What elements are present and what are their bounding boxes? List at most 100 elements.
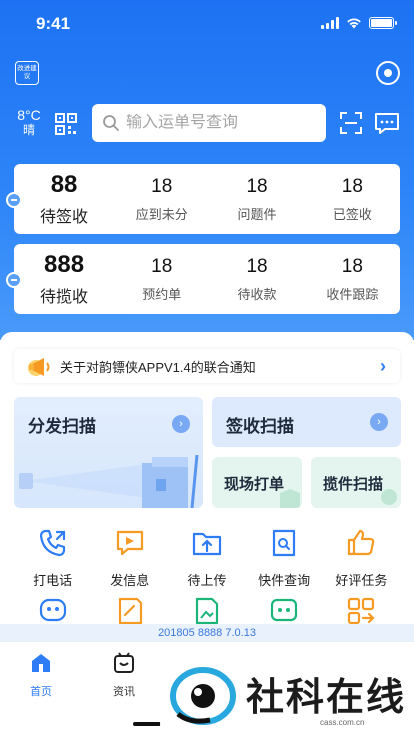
stat-value: 18 <box>341 176 363 197</box>
thumbs-up-icon <box>348 529 375 556</box>
stat-label: 预约单 <box>142 287 182 302</box>
search-input[interactable] <box>126 114 316 132</box>
robot-icon <box>39 598 66 622</box>
home-indicator <box>133 722 161 726</box>
watermark: 社科在线 cass.com.cn <box>160 652 410 736</box>
weather-condition: 晴 <box>22 123 35 137</box>
sign-scan-card[interactable]: 签收扫描 › <box>212 397 401 447</box>
phone-icon <box>39 529 65 557</box>
stat-label: 待签收 <box>40 209 89 226</box>
status-bar: 9:41 <box>0 0 414 48</box>
wifi-icon <box>347 18 361 29</box>
chat-button[interactable] <box>246 596 323 626</box>
edit-note-button[interactable] <box>91 596 168 626</box>
scan-icon[interactable] <box>340 112 362 134</box>
grid-label: 快件查询 <box>258 573 311 588</box>
version-bar: 201805 8888 7.0.13 <box>0 624 414 642</box>
feedback-badge-button[interactable]: 改进建议 <box>15 61 39 85</box>
stat-pickup-tracking[interactable]: 18 收件跟踪 <box>305 244 400 314</box>
tab-news[interactable]: 资讯 <box>94 652 154 699</box>
box-illustration-icon <box>280 489 300 508</box>
review-task-button[interactable]: 好评任务 <box>323 528 400 589</box>
watermark-url: cass.com.cn <box>320 718 365 727</box>
stat-value: 18 <box>246 176 268 197</box>
edit-note-icon <box>118 597 142 625</box>
onsite-print-card[interactable]: 现场打单 <box>212 457 302 508</box>
stat-label: 收件跟踪 <box>326 287 379 302</box>
stat-value: 18 <box>151 256 173 277</box>
weather-temp: 8°C <box>17 107 41 123</box>
stat-value: 88 <box>50 171 78 198</box>
stats-card-sign: 88 待签收 18 应到未分 18 问题件 18 已签收 <box>6 164 400 234</box>
dispatch-scan-title: 分发扫描 <box>28 417 96 436</box>
collapse-toggle-icon[interactable] <box>6 192 22 208</box>
cellular-signal-icon <box>321 17 339 29</box>
news-icon <box>114 652 134 673</box>
grid-label: 待上传 <box>187 573 227 588</box>
home-icon <box>32 654 50 672</box>
stat-signed[interactable]: 18 已签收 <box>305 164 400 234</box>
stat-label: 待收款 <box>237 287 277 302</box>
watermark-logo-icon <box>170 667 236 725</box>
weather-widget: 8°C 晴 <box>14 107 44 137</box>
scanner-illustration-icon <box>19 454 199 508</box>
courier-illustration-icon <box>381 489 397 505</box>
message-center-icon[interactable] <box>374 112 400 136</box>
search-icon <box>103 115 119 131</box>
target-icon[interactable] <box>376 61 400 85</box>
stat-pending-payment[interactable]: 18 待收款 <box>209 244 304 314</box>
stat-label: 待揽收 <box>40 289 89 306</box>
stat-arrived-unsorted[interactable]: 18 应到未分 <box>114 164 209 234</box>
stat-value: 18 <box>151 176 173 197</box>
stat-value: 18 <box>246 256 268 277</box>
stats-card-pickup: 888 待揽收 18 预约单 18 待收款 18 收件跟踪 <box>6 244 400 314</box>
stat-value: 18 <box>341 256 363 277</box>
notice-bar[interactable]: 关于对韵镖侠APPV1.4的联合通知 › <box>14 349 400 383</box>
qr-code-icon[interactable] <box>55 113 77 135</box>
tab-home[interactable]: 首页 <box>11 652 71 699</box>
chat-bubble-icon <box>271 598 298 622</box>
chevron-right-icon: › <box>380 355 386 376</box>
onsite-print-title: 现场打单 <box>224 476 285 493</box>
package-query-button[interactable]: 快件查询 <box>246 528 323 589</box>
message-icon <box>116 530 143 556</box>
robot-button[interactable] <box>14 596 91 626</box>
package-search-icon <box>273 529 296 557</box>
tab-label: 资讯 <box>113 686 135 698</box>
battery-icon <box>369 17 397 29</box>
grid-label: 发信息 <box>110 573 150 588</box>
apps-icon <box>348 597 375 625</box>
arrow-right-icon: › <box>172 415 190 433</box>
collapse-toggle-icon[interactable] <box>6 272 22 288</box>
feedback-badge-text: 改进建议 <box>17 65 37 80</box>
send-message-button[interactable]: 发信息 <box>91 528 168 589</box>
watermark-text: 社科在线 <box>246 675 407 719</box>
search-bar[interactable] <box>92 104 326 142</box>
tab-label: 首页 <box>30 686 52 698</box>
stat-label: 应到未分 <box>135 207 188 222</box>
stat-pending-pickup[interactable]: 888 待揽收 <box>14 244 114 314</box>
stat-label: 问题件 <box>237 207 277 222</box>
stat-value: 888 <box>44 251 85 278</box>
notice-text: 关于对韵镖侠APPV1.4的联合通知 <box>60 359 256 375</box>
pickup-scan-card[interactable]: 揽件扫描 <box>311 457 401 508</box>
quick-actions-row: 打电话 发信息 待上传 快件查询 好评任务 <box>14 528 400 589</box>
megaphone-icon <box>28 358 50 376</box>
status-time: 9:41 <box>36 14 71 33</box>
arrow-right-icon: › <box>370 413 388 431</box>
grid-label: 打电话 <box>33 573 73 588</box>
call-button[interactable]: 打电话 <box>14 528 91 589</box>
image-doc-button[interactable] <box>168 596 245 626</box>
image-doc-icon <box>195 597 219 625</box>
apps-button[interactable] <box>323 596 400 626</box>
quick-actions-row-2 <box>14 596 400 626</box>
upload-folder-icon <box>192 532 222 556</box>
stat-pending-sign[interactable]: 88 待签收 <box>14 164 114 234</box>
grid-label: 好评任务 <box>335 573 388 588</box>
stat-label: 已签收 <box>332 207 372 222</box>
pending-upload-button[interactable]: 待上传 <box>168 528 245 589</box>
stat-reservation[interactable]: 18 预约单 <box>114 244 209 314</box>
dispatch-scan-card[interactable]: 分发扫描 › <box>14 397 203 508</box>
sign-scan-title: 签收扫描 <box>226 417 294 436</box>
stat-problem[interactable]: 18 问题件 <box>209 164 304 234</box>
